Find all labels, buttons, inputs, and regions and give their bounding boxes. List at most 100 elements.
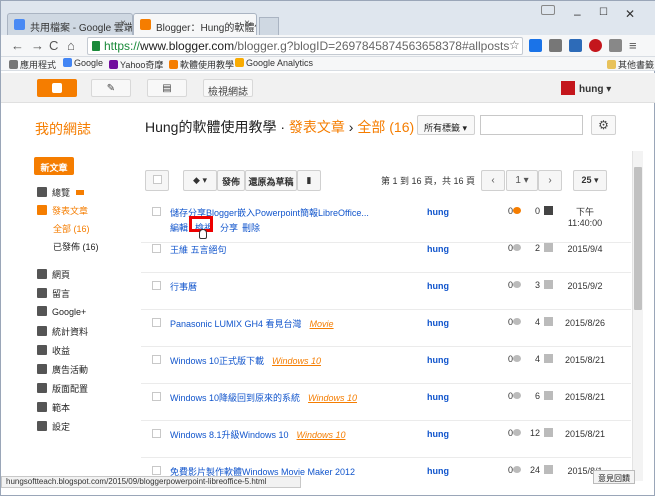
delete-link[interactable]: 刪除 (242, 223, 260, 233)
user-profile-icon[interactable] (541, 5, 555, 15)
bookmark-google[interactable]: Google (63, 58, 103, 68)
post-label[interactable]: Windows 10 (308, 393, 357, 403)
post-author[interactable]: hung (427, 244, 449, 254)
per-page-select[interactable]: 25 ▾ (573, 170, 607, 191)
sidebar-item-template[interactable]: 範本 (37, 401, 70, 414)
post-label[interactable]: Windows 10 (297, 430, 346, 440)
sidebar-item-settings[interactable]: 設定 (37, 420, 70, 433)
post-row[interactable]: Windows 10降級回到原來的系統 Windows 10 hung 0 6 2… (141, 384, 631, 421)
label-menu-button[interactable]: ◆ ▾ (183, 170, 217, 191)
post-author[interactable]: hung (427, 392, 449, 402)
post-author[interactable]: hung (427, 281, 449, 291)
reload-icon[interactable]: C (49, 38, 58, 53)
post-title[interactable]: 行事曆 (170, 280, 197, 293)
new-post-pencil-button[interactable]: ✎ (91, 79, 131, 97)
minimize-icon[interactable]: – (574, 7, 581, 21)
back-icon[interactable]: ← (11, 38, 24, 53)
address-bar[interactable]: https://www.blogger.com/blogger.g?blogID… (87, 37, 523, 55)
blogger-home-button[interactable] (37, 79, 77, 97)
post-row[interactable]: 行事曆 hung 0 3 2015/9/2 (141, 273, 631, 310)
home-icon[interactable]: ⌂ (67, 38, 75, 53)
post-author[interactable]: hung (427, 207, 449, 217)
sidebar-item-published[interactable]: 已發佈 (16) (53, 240, 99, 253)
delete-button[interactable]: ▮ (297, 170, 321, 191)
share-link[interactable]: 分享 (220, 223, 238, 233)
checkbox[interactable] (152, 318, 161, 327)
user-menu[interactable]: hung ▾ (561, 81, 611, 95)
post-label[interactable]: Windows 10 (272, 356, 321, 366)
post-author[interactable]: hung (427, 318, 449, 328)
sidebar-item-pages[interactable]: 網頁 (37, 268, 70, 281)
edit-link[interactable]: 編輯 (170, 223, 188, 233)
translate-icon[interactable] (529, 39, 542, 52)
post-author[interactable]: hung (427, 466, 449, 476)
my-blogs-link[interactable]: 我的網誌 (35, 119, 91, 139)
post-row[interactable]: Windows 8.1升級Windows 10 Windows 10 hung 0… (141, 421, 631, 458)
new-post-button[interactable]: 新文章 (34, 157, 74, 175)
sidebar-item-label: 廣告活動 (52, 365, 89, 375)
sidebar-item-posts[interactable]: 發表文章 (37, 204, 88, 217)
post-title[interactable]: Windows 10降級回到原來的系統 Windows 10 (170, 391, 357, 404)
crumb-filter[interactable]: 全部 (16) (357, 119, 414, 135)
checkbox[interactable] (152, 429, 161, 438)
maximize-icon[interactable]: ☐ (599, 7, 608, 18)
extension-icon[interactable] (549, 39, 562, 52)
sidebar-item-layout[interactable]: 版面配置 (37, 382, 88, 395)
tab-blogger[interactable]: Blogger：Hung的軟體使用教學 × (133, 13, 257, 35)
sidebar-item-earnings[interactable]: 收益 (37, 344, 70, 357)
other-bookmarks[interactable]: 其他書籤 (607, 58, 654, 71)
settings-button[interactable]: ⚙ (591, 115, 616, 135)
bookmark-analytics[interactable]: Google Analytics (235, 58, 313, 68)
post-author[interactable]: hung (427, 429, 449, 439)
sidebar-item-google-plus[interactable]: Google+ (37, 306, 86, 317)
extension-p-icon[interactable] (589, 39, 602, 52)
search-input[interactable] (480, 115, 583, 135)
crumb-blog[interactable]: Hung的軟體使用教學 (145, 119, 276, 135)
checkbox[interactable] (152, 207, 161, 216)
post-title[interactable]: Panasonic LUMIX GH4 看見台灣 Movie (170, 317, 334, 330)
star-icon[interactable]: ☆ (509, 38, 520, 52)
close-window-icon[interactable]: ✕ (625, 7, 635, 21)
sidebar-item-all[interactable]: 全部 (16) (53, 222, 90, 235)
checkbox[interactable] (152, 244, 161, 253)
post-row[interactable]: 王維 五言絕句 hung 0 2 2015/9/4 (141, 236, 631, 273)
post-row[interactable]: Windows 10正式版下載 Windows 10 hung 0 4 2015/… (141, 347, 631, 384)
scrollbar-thumb[interactable] (634, 167, 642, 310)
labels-dropdown[interactable]: 所有標籤 ▾ (417, 115, 475, 135)
checkbox[interactable] (152, 392, 161, 401)
menu-icon[interactable]: ≡ (629, 38, 637, 53)
next-page-button[interactable]: › (538, 170, 562, 191)
checkbox[interactable] (152, 466, 161, 475)
new-tab-button[interactable] (259, 17, 279, 35)
view-blog-button[interactable]: 檢視網誌 (203, 79, 253, 98)
publish-button[interactable]: 發佈 (217, 170, 245, 191)
extension-s-icon[interactable] (569, 39, 582, 52)
forward-icon[interactable]: → (31, 38, 44, 53)
feedback-button[interactable]: 意見回饋 (593, 470, 635, 484)
post-author[interactable]: hung (427, 355, 449, 365)
sidebar-item-campaigns[interactable]: 廣告活動 (37, 363, 88, 376)
bookmark-yahoo[interactable]: Yahoo奇摩 (109, 58, 163, 71)
sidebar-item-comments[interactable]: 留言 (37, 287, 70, 300)
revert-draft-button[interactable]: 還原為草稿 (245, 170, 297, 191)
sidebar-item-stats[interactable]: 統計資料 (37, 325, 88, 338)
close-tab-icon[interactable]: × (120, 18, 126, 29)
post-title[interactable]: Windows 10正式版下載 Windows 10 (170, 354, 321, 367)
select-all-checkbox[interactable] (145, 170, 169, 191)
post-row[interactable]: Panasonic LUMIX GH4 看見台灣 Movie hung 0 4 2… (141, 310, 631, 347)
checkbox[interactable] (152, 355, 161, 364)
crumb-section[interactable]: 發表文章 (289, 119, 345, 135)
posts-list-button[interactable]: ▤ (147, 79, 187, 97)
extension-grey-icon[interactable] (609, 39, 622, 52)
post-title[interactable]: 王維 五言絕句 (170, 243, 227, 256)
checkbox[interactable] (152, 281, 161, 290)
tab-drive[interactable]: 共用檔案 - Google 雲端硬碟 × (7, 13, 133, 35)
bookmark-tutorial[interactable]: 軟體使用教學 (169, 58, 234, 71)
post-title[interactable]: Windows 8.1升級Windows 10 Windows 10 (170, 428, 346, 441)
close-tab-icon[interactable]: × (244, 18, 250, 29)
post-label[interactable]: Movie (310, 319, 334, 329)
bookmark-apps[interactable]: 應用程式 (9, 58, 56, 71)
page-select[interactable]: 1 ▾ (506, 170, 538, 191)
prev-page-button[interactable]: ‹ (481, 170, 505, 191)
sidebar-item-overview[interactable]: 總覽 (37, 186, 85, 199)
